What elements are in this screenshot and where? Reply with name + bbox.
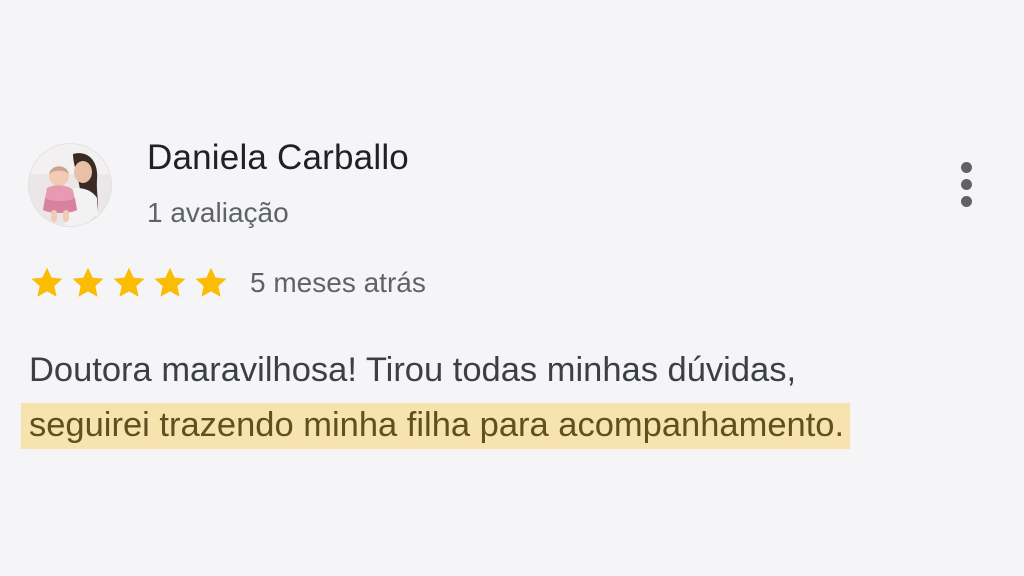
more-options-button[interactable] [948, 156, 984, 212]
more-vertical-icon-dot [960, 178, 972, 190]
more-vertical-icon [960, 161, 972, 173]
review-text-line: Doutora maravilhosa! Tirou todas minhas … [29, 343, 1004, 398]
author-review-count[interactable]: 1 avaliação [147, 197, 289, 229]
star-icon [70, 265, 106, 301]
star-icon [111, 265, 147, 301]
review-card: Daniela Carballo 1 avaliação 5 meses atr… [0, 0, 1024, 576]
review-text-line-1: Doutora maravilhosa! Tirou todas minhas … [29, 351, 797, 389]
star-rating [29, 265, 229, 301]
author-name[interactable]: Daniela Carballo [147, 138, 409, 178]
review-text-highlighted-line: seguirei trazendo minha filha para acomp… [21, 398, 1004, 453]
star-icon [193, 265, 229, 301]
more-vertical-icon-dot [960, 195, 972, 207]
review-date: 5 meses atrás [250, 267, 426, 298]
avatar-photo-icon [29, 144, 111, 226]
review-text-line-2: seguirei trazendo minha filha para acomp… [21, 403, 851, 449]
author-avatar[interactable] [29, 144, 111, 226]
star-icon [29, 265, 65, 301]
review-text: Doutora maravilhosa! Tirou todas minhas … [21, 343, 1004, 453]
star-icon [152, 265, 188, 301]
